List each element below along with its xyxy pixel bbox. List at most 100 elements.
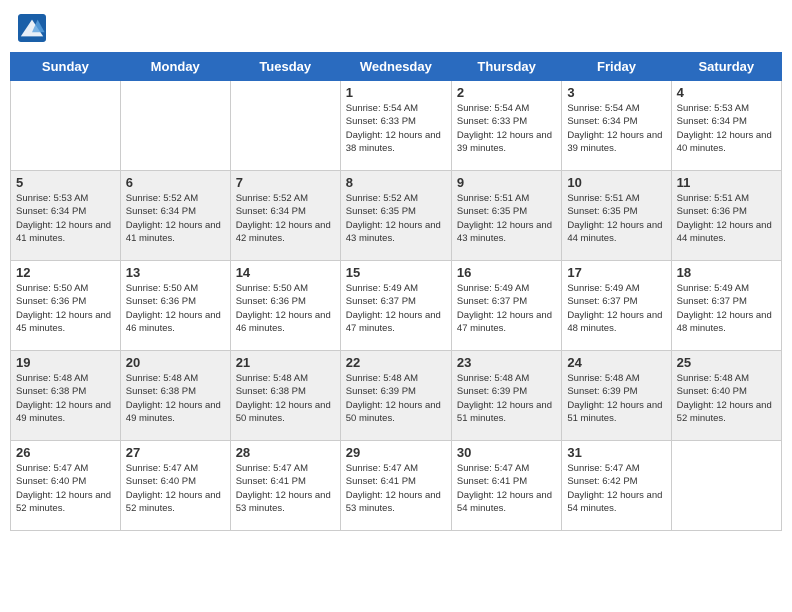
day-info: Sunrise: 5:47 AM Sunset: 6:41 PM Dayligh… (236, 462, 335, 515)
calendar-cell: 16 Sunrise: 5:49 AM Sunset: 6:37 PM Dayli… (451, 261, 561, 351)
logo (18, 14, 50, 42)
calendar-cell (671, 441, 781, 531)
day-info: Sunrise: 5:53 AM Sunset: 6:34 PM Dayligh… (16, 192, 115, 245)
day-header-wednesday: Wednesday (340, 53, 451, 81)
day-info: Sunrise: 5:50 AM Sunset: 6:36 PM Dayligh… (236, 282, 335, 335)
day-info: Sunrise: 5:49 AM Sunset: 6:37 PM Dayligh… (567, 282, 665, 335)
day-number: 30 (457, 445, 556, 460)
day-info: Sunrise: 5:51 AM Sunset: 6:35 PM Dayligh… (457, 192, 556, 245)
day-info: Sunrise: 5:48 AM Sunset: 6:39 PM Dayligh… (346, 372, 446, 425)
calendar-cell (230, 81, 340, 171)
calendar-cell: 29 Sunrise: 5:47 AM Sunset: 6:41 PM Dayli… (340, 441, 451, 531)
day-info: Sunrise: 5:49 AM Sunset: 6:37 PM Dayligh… (346, 282, 446, 335)
calendar-cell: 27Sunrise: 5:47 AM Sunset: 6:40 PM Dayli… (120, 441, 230, 531)
calendar-cell: 30 Sunrise: 5:47 AM Sunset: 6:41 PM Dayli… (451, 441, 561, 531)
day-number: 7 (236, 175, 335, 190)
day-info: Sunrise: 5:52 AM Sunset: 6:35 PM Dayligh… (346, 192, 446, 245)
calendar-cell (11, 81, 121, 171)
calendar-cell: 17 Sunrise: 5:49 AM Sunset: 6:37 PM Dayli… (562, 261, 671, 351)
calendar-cell: 11Sunrise: 5:51 AM Sunset: 6:36 PM Dayli… (671, 171, 781, 261)
calendar-week-row: 12 Sunrise: 5:50 AM Sunset: 6:36 PM Dayli… (11, 261, 782, 351)
day-number: 12 (16, 265, 115, 280)
calendar-cell: 28 Sunrise: 5:47 AM Sunset: 6:41 PM Dayli… (230, 441, 340, 531)
day-number: 21 (236, 355, 335, 370)
day-header-monday: Monday (120, 53, 230, 81)
day-info: Sunrise: 5:47 AM Sunset: 6:42 PM Dayligh… (567, 462, 665, 515)
generalblue-logo-icon (18, 14, 46, 42)
day-info: Sunrise: 5:48 AM Sunset: 6:39 PM Dayligh… (457, 372, 556, 425)
calendar-week-row: 26 Sunrise: 5:47 AM Sunset: 6:40 PM Dayli… (11, 441, 782, 531)
calendar-cell: 24 Sunrise: 5:48 AM Sunset: 6:39 PM Dayli… (562, 351, 671, 441)
day-info: Sunrise: 5:54 AM Sunset: 6:33 PM Dayligh… (457, 102, 556, 155)
day-number: 5 (16, 175, 115, 190)
day-number: 28 (236, 445, 335, 460)
calendar-cell: 8 Sunrise: 5:52 AM Sunset: 6:35 PM Daylig… (340, 171, 451, 261)
day-number: 10 (567, 175, 665, 190)
day-info: Sunrise: 5:47 AM Sunset: 6:41 PM Dayligh… (346, 462, 446, 515)
day-number: 22 (346, 355, 446, 370)
calendar-cell: 1 Sunrise: 5:54 AM Sunset: 6:33 PM Daylig… (340, 81, 451, 171)
day-info: Sunrise: 5:50 AM Sunset: 6:36 PM Dayligh… (126, 282, 225, 335)
calendar-cell: 15 Sunrise: 5:49 AM Sunset: 6:37 PM Dayli… (340, 261, 451, 351)
day-info: Sunrise: 5:48 AM Sunset: 6:39 PM Dayligh… (567, 372, 665, 425)
day-header-thursday: Thursday (451, 53, 561, 81)
calendar-table: SundayMondayTuesdayWednesdayThursdayFrid… (10, 52, 782, 531)
calendar-cell: 23Sunrise: 5:48 AM Sunset: 6:39 PM Dayli… (451, 351, 561, 441)
calendar-cell: 6 Sunrise: 5:52 AM Sunset: 6:34 PM Daylig… (120, 171, 230, 261)
day-number: 3 (567, 85, 665, 100)
calendar-week-row: 5 Sunrise: 5:53 AM Sunset: 6:34 PM Daylig… (11, 171, 782, 261)
day-number: 9 (457, 175, 556, 190)
calendar-cell: 5 Sunrise: 5:53 AM Sunset: 6:34 PM Daylig… (11, 171, 121, 261)
day-number: 6 (126, 175, 225, 190)
day-number: 16 (457, 265, 556, 280)
day-number: 19 (16, 355, 115, 370)
day-info: Sunrise: 5:48 AM Sunset: 6:38 PM Dayligh… (126, 372, 225, 425)
day-header-saturday: Saturday (671, 53, 781, 81)
day-number: 18 (677, 265, 776, 280)
calendar-cell: 31Sunrise: 5:47 AM Sunset: 6:42 PM Dayli… (562, 441, 671, 531)
day-number: 29 (346, 445, 446, 460)
day-header-friday: Friday (562, 53, 671, 81)
calendar-cell: 12 Sunrise: 5:50 AM Sunset: 6:36 PM Dayli… (11, 261, 121, 351)
calendar-cell: 13Sunrise: 5:50 AM Sunset: 6:36 PM Dayli… (120, 261, 230, 351)
day-number: 26 (16, 445, 115, 460)
day-number: 2 (457, 85, 556, 100)
day-info: Sunrise: 5:49 AM Sunset: 6:37 PM Dayligh… (677, 282, 776, 335)
day-header-tuesday: Tuesday (230, 53, 340, 81)
header (10, 10, 782, 46)
calendar-cell: 7 Sunrise: 5:52 AM Sunset: 6:34 PM Daylig… (230, 171, 340, 261)
calendar-week-row: 1 Sunrise: 5:54 AM Sunset: 6:33 PM Daylig… (11, 81, 782, 171)
day-number: 8 (346, 175, 446, 190)
day-number: 4 (677, 85, 776, 100)
day-number: 15 (346, 265, 446, 280)
day-info: Sunrise: 5:47 AM Sunset: 6:40 PM Dayligh… (126, 462, 225, 515)
calendar-cell: 19 Sunrise: 5:48 AM Sunset: 6:38 PM Dayli… (11, 351, 121, 441)
calendar-cell: 14 Sunrise: 5:50 AM Sunset: 6:36 PM Dayli… (230, 261, 340, 351)
calendar-cell: 9 Sunrise: 5:51 AM Sunset: 6:35 PM Daylig… (451, 171, 561, 261)
day-info: Sunrise: 5:53 AM Sunset: 6:34 PM Dayligh… (677, 102, 776, 155)
day-info: Sunrise: 5:52 AM Sunset: 6:34 PM Dayligh… (126, 192, 225, 245)
day-header-sunday: Sunday (11, 53, 121, 81)
day-info: Sunrise: 5:49 AM Sunset: 6:37 PM Dayligh… (457, 282, 556, 335)
calendar-cell (120, 81, 230, 171)
day-number: 17 (567, 265, 665, 280)
day-info: Sunrise: 5:50 AM Sunset: 6:36 PM Dayligh… (16, 282, 115, 335)
day-info: Sunrise: 5:47 AM Sunset: 6:40 PM Dayligh… (16, 462, 115, 515)
calendar-cell: 18 Sunrise: 5:49 AM Sunset: 6:37 PM Dayli… (671, 261, 781, 351)
day-info: Sunrise: 5:48 AM Sunset: 6:38 PM Dayligh… (16, 372, 115, 425)
day-info: Sunrise: 5:54 AM Sunset: 6:34 PM Dayligh… (567, 102, 665, 155)
calendar-cell: 20Sunrise: 5:48 AM Sunset: 6:38 PM Dayli… (120, 351, 230, 441)
day-info: Sunrise: 5:54 AM Sunset: 6:33 PM Dayligh… (346, 102, 446, 155)
day-info: Sunrise: 5:51 AM Sunset: 6:35 PM Dayligh… (567, 192, 665, 245)
calendar-week-row: 19 Sunrise: 5:48 AM Sunset: 6:38 PM Dayli… (11, 351, 782, 441)
calendar-cell: 4 Sunrise: 5:53 AM Sunset: 6:34 PM Daylig… (671, 81, 781, 171)
calendar-cell: 10 Sunrise: 5:51 AM Sunset: 6:35 PM Dayli… (562, 171, 671, 261)
calendar-cell: 2 Sunrise: 5:54 AM Sunset: 6:33 PM Daylig… (451, 81, 561, 171)
day-info: Sunrise: 5:52 AM Sunset: 6:34 PM Dayligh… (236, 192, 335, 245)
day-number: 1 (346, 85, 446, 100)
day-info: Sunrise: 5:47 AM Sunset: 6:41 PM Dayligh… (457, 462, 556, 515)
day-number: 24 (567, 355, 665, 370)
day-number: 14 (236, 265, 335, 280)
calendar-cell: 25Sunrise: 5:48 AM Sunset: 6:40 PM Dayli… (671, 351, 781, 441)
day-number: 11 (677, 175, 776, 190)
